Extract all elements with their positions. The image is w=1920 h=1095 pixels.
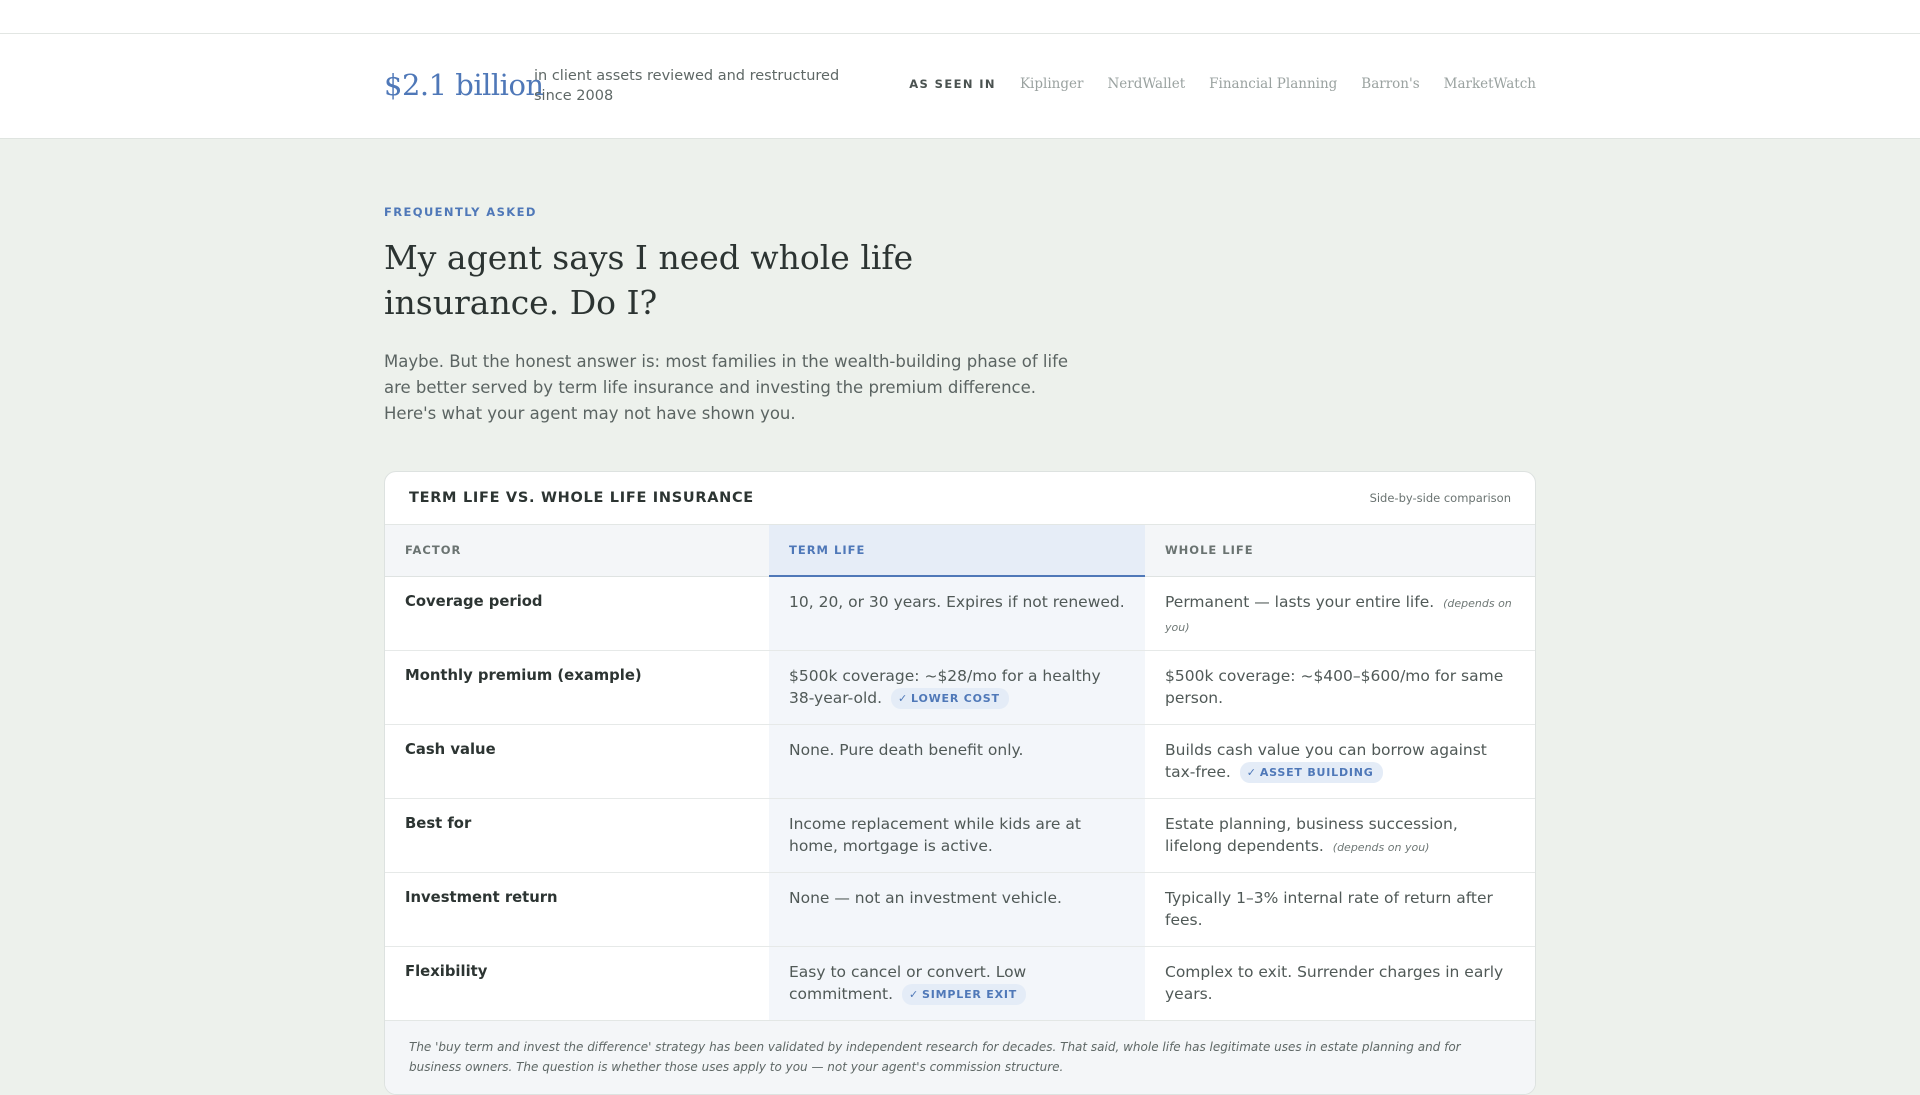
whole-life-text: Permanent — lasts your entire life.	[1165, 592, 1435, 611]
comparison-card: TERM LIFE VS. WHOLE LIFE INSURANCE Side-…	[384, 471, 1536, 1095]
faq-question: My agent says I need whole life insuranc…	[384, 238, 914, 322]
cell-note: (depends on you)	[1332, 840, 1430, 854]
factor-cell: Best for	[385, 798, 769, 873]
press-outlet-marketwatch: MarketWatch	[1443, 76, 1536, 92]
whole-life-cell: Estate planning, business succession, li…	[1145, 798, 1535, 873]
press-outlet-financial-planning: Financial Planning	[1209, 76, 1338, 92]
table-row: Monthly premium (example) $500k coverage:…	[385, 650, 1535, 725]
whole-life-cell: Permanent — lasts your entire life. (dep…	[1145, 576, 1535, 651]
column-header-term-life: TERM LIFE	[769, 525, 1145, 577]
comparison-subtitle: Side-by-side comparison	[1369, 491, 1511, 505]
whole-life-cell: Complex to exit. Surrender charges in ea…	[1145, 946, 1535, 1020]
comparison-title: TERM LIFE VS. WHOLE LIFE INSURANCE	[409, 490, 754, 506]
whole-life-cell: Builds cash value you can borrow against…	[1145, 724, 1535, 799]
assets-description: in client assets reviewed and restructur…	[534, 68, 840, 104]
check-icon: ✓	[898, 691, 909, 705]
comparison-footnote: The 'buy term and invest the difference'…	[385, 1020, 1535, 1094]
press-outlet-nerdwallet: NerdWallet	[1107, 76, 1186, 92]
term-life-cell: None. Pure death benefit only.	[769, 724, 1145, 799]
term-life-text: None — not an investment vehicle.	[789, 888, 1062, 907]
comparison-body: Coverage period 10, 20, or 30 years. Expi…	[385, 576, 1535, 1020]
comparison-table: FACTOR TERM LIFE WHOLE LIFE Coverage per…	[385, 525, 1535, 1020]
table-header-row: FACTOR TERM LIFE WHOLE LIFE	[385, 525, 1535, 577]
stats-bar: $2.1 billion in client assets reviewed a…	[0, 34, 1920, 139]
factor-cell: Coverage period	[385, 576, 769, 651]
factor-cell: Investment return	[385, 872, 769, 947]
status-badge: ✓ ASSET BUILDING	[1239, 761, 1383, 783]
whole-life-cell: Typically 1–3% internal rate of return a…	[1145, 872, 1535, 947]
status-badge: ✓ LOWER COST	[891, 687, 1009, 709]
table-row: Best for Income replacement while kids ar…	[385, 798, 1535, 873]
press-label: AS SEEN IN	[909, 77, 996, 91]
factor-cell: Monthly premium (example)	[385, 650, 769, 725]
press-mentions: AS SEEN IN Kiplinger NerdWallet Financia…	[909, 76, 1536, 92]
faq-eyebrow: FREQUENTLY ASKED	[384, 205, 537, 219]
faq-section: FREQUENTLY ASKED My agent says I need wh…	[384, 139, 1536, 1095]
badge-label: LOWER COST	[911, 691, 1000, 705]
comparison-header: TERM LIFE VS. WHOLE LIFE INSURANCE Side-…	[385, 472, 1535, 525]
badge-label: SIMPLER EXIT	[922, 987, 1018, 1001]
term-life-cell: Easy to cancel or convert. Low commitmen…	[769, 946, 1145, 1020]
check-icon: ✓	[909, 987, 920, 1001]
table-row: Flexibility Easy to cancel or convert. Lo…	[385, 946, 1535, 1020]
press-outlet-barrons: Barron's	[1361, 76, 1420, 92]
term-life-text: Income replacement while kids are at hom…	[789, 814, 1081, 855]
whole-life-text: Typically 1–3% internal rate of return a…	[1165, 888, 1493, 929]
faq-answer: Maybe. But the honest answer is: most fa…	[384, 352, 1069, 423]
stats-inner: $2.1 billion in client assets reviewed a…	[384, 34, 1536, 138]
term-life-text: 10, 20, or 30 years. Expires if not rene…	[789, 593, 1125, 611]
term-life-cell: None — not an investment vehicle.	[769, 872, 1145, 947]
term-life-cell: 10, 20, or 30 years. Expires if not rene…	[769, 576, 1145, 651]
whole-life-text: $500k coverage: ~$400–$600/mo for same p…	[1165, 666, 1504, 707]
factor-cell: Flexibility	[405, 962, 488, 980]
whole-life-text: Complex to exit. Surrender charges in ea…	[1165, 962, 1504, 1003]
press-outlet-kiplinger: Kiplinger	[1019, 76, 1084, 92]
check-icon: ✓	[1246, 765, 1257, 779]
table-row: Cash value None. Pure death benefit only.…	[385, 724, 1535, 799]
term-life-cell: Income replacement while kids are at hom…	[769, 798, 1145, 873]
whole-life-cell: $500k coverage: ~$400–$600/mo for same p…	[1145, 650, 1535, 725]
top-strip	[0, 0, 1920, 34]
column-header-whole-life: WHOLE LIFE	[1145, 525, 1535, 577]
table-row: Coverage period 10, 20, or 30 years. Expi…	[385, 576, 1535, 651]
assets-amount: $2.1 billion	[384, 68, 544, 102]
column-header-factor: FACTOR	[385, 525, 769, 577]
table-row: Investment return None — not an investmen…	[385, 872, 1535, 947]
term-life-cell: $500k coverage: ~$28/mo for a healthy 38…	[769, 650, 1145, 725]
status-badge: ✓ SIMPLER EXIT	[902, 983, 1027, 1005]
badge-label: ASSET BUILDING	[1259, 765, 1374, 779]
term-life-text: None. Pure death benefit only.	[789, 740, 1024, 759]
factor-cell: Cash value	[385, 724, 769, 799]
